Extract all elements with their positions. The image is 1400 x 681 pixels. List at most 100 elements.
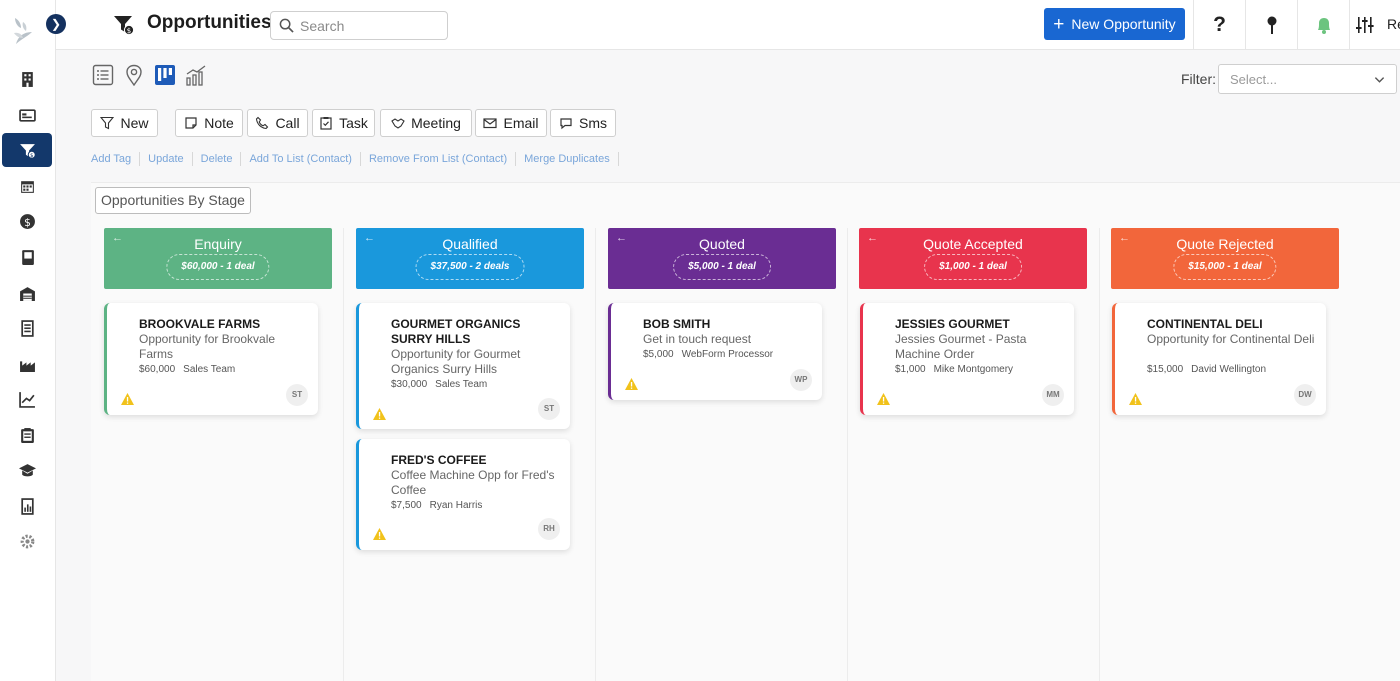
sidebar-item-calendar[interactable] xyxy=(2,169,52,203)
delete-link[interactable]: Delete xyxy=(193,152,242,166)
location-pin-button[interactable] xyxy=(1245,0,1297,50)
sidebar-item-analytics[interactable] xyxy=(2,382,52,416)
deal-amount: $1,000 xyxy=(895,364,926,375)
top-bar: $ Opportunities + New Opportunity ? Re xyxy=(56,0,1400,50)
app-logo-icon[interactable] xyxy=(10,14,36,46)
envelope-icon xyxy=(483,118,498,129)
warning-icon xyxy=(1129,393,1142,405)
task-button[interactable]: Task xyxy=(312,109,375,137)
settings-sliders-button[interactable] xyxy=(1349,0,1379,50)
sliders-icon xyxy=(1355,17,1374,33)
filter-label: Filter: xyxy=(1181,71,1216,87)
call-button[interactable]: Call xyxy=(247,109,308,137)
list-view-button[interactable] xyxy=(91,63,115,87)
sidebar-item-training[interactable] xyxy=(2,453,52,487)
stage-header-quote-rejected[interactable]: ← Quote Rejected $15,000 - 1 deal xyxy=(1111,228,1339,289)
owner-avatar[interactable]: ST xyxy=(538,398,560,420)
add-to-list-link[interactable]: Add To List (Contact) xyxy=(241,152,361,166)
column-divider xyxy=(343,228,344,681)
handshake-icon xyxy=(391,118,405,129)
stage-header-enquiry[interactable]: ← Enquiry $60,000 - 1 deal xyxy=(104,228,332,289)
owner-avatar[interactable]: ST xyxy=(286,384,308,406)
deal-meta: $15,000 David Wellington xyxy=(1147,364,1266,375)
note-button[interactable]: Note xyxy=(175,109,243,137)
sidebar-item-tasks[interactable] xyxy=(2,418,52,452)
user-menu-label[interactable]: Re xyxy=(1387,16,1400,32)
sidebar-item-sales[interactable]: $ xyxy=(2,204,52,238)
chevron-down-icon xyxy=(1374,77,1385,83)
deal-description: Opportunity for Continental Deli xyxy=(1147,332,1315,346)
deal-amount: $7,500 xyxy=(391,500,422,511)
sms-button[interactable]: Sms xyxy=(550,109,616,137)
settings-gear-icon xyxy=(20,534,34,548)
filter-select[interactable]: Select... xyxy=(1218,64,1397,94)
stage-summary: $5,000 - 1 deal xyxy=(673,254,771,280)
map-pin-icon xyxy=(126,64,142,86)
owner-avatar[interactable]: WP xyxy=(790,369,812,391)
contact-card-icon xyxy=(18,108,36,122)
sidebar-item-manufacturing[interactable] xyxy=(2,347,52,381)
deal-card[interactable]: BROOKVALE FARMS Opportunity for Brookval… xyxy=(104,303,318,415)
deal-card[interactable]: BOB SMITH Get in touch request $5,000 Web… xyxy=(608,303,822,400)
stage-header-quote-accepted[interactable]: ← Quote Accepted $1,000 - 1 deal xyxy=(859,228,1087,289)
deal-card[interactable]: CONTINENTAL DELI Opportunity for Contine… xyxy=(1112,303,1326,415)
update-link[interactable]: Update xyxy=(140,152,193,166)
sidebar-item-settings[interactable] xyxy=(2,524,52,558)
board-grouping-button[interactable]: Opportunities By Stage xyxy=(95,187,251,214)
column-divider xyxy=(847,228,848,681)
email-label: Email xyxy=(503,115,539,131)
filter-select-value: Select... xyxy=(1230,72,1277,87)
meeting-button[interactable]: Meeting xyxy=(380,109,472,137)
remove-from-list-link[interactable]: Remove From List (Contact) xyxy=(361,152,517,166)
new-opportunity-button[interactable]: + New Opportunity xyxy=(1044,8,1185,40)
search-input[interactable] xyxy=(300,16,440,36)
kanban-view-button[interactable] xyxy=(153,63,177,87)
deal-amount: $30,000 xyxy=(391,379,428,390)
stage-summary: $37,500 - 2 deals xyxy=(415,254,525,280)
email-button[interactable]: Email xyxy=(475,109,547,137)
deal-card[interactable]: GOURMET ORGANICS SURRY HILLS Opportunity… xyxy=(356,303,570,429)
deal-card[interactable]: JESSIES GOURMET Jessies Gourmet - Pasta … xyxy=(860,303,1074,415)
call-label: Call xyxy=(275,115,300,131)
book-icon xyxy=(21,249,34,265)
owner-avatar[interactable]: RH xyxy=(538,518,560,540)
deal-owner: WebForm Processor xyxy=(681,349,774,360)
stage-summary: $15,000 - 1 deal xyxy=(1173,254,1277,280)
new-action-button[interactable]: New xyxy=(91,109,158,137)
column-divider xyxy=(1099,228,1100,681)
search-box[interactable] xyxy=(270,11,448,40)
sidebar-item-companies[interactable] xyxy=(2,62,52,96)
sidebar-item-contacts[interactable] xyxy=(2,98,52,132)
stage-header-quoted[interactable]: ← Quoted $5,000 - 1 deal xyxy=(608,228,836,289)
stage-header-qualified[interactable]: ← Qualified $37,500 - 2 deals xyxy=(356,228,584,289)
deal-title: GOURMET ORGANICS SURRY HILLS xyxy=(391,317,521,346)
dollar-icon: $ xyxy=(19,213,35,229)
deal-owner: Sales Team xyxy=(435,379,488,390)
deal-amount: $15,000 xyxy=(1147,364,1184,375)
merge-duplicates-link[interactable]: Merge Duplicates xyxy=(516,152,619,166)
warning-icon xyxy=(877,393,890,405)
chart-view-button[interactable] xyxy=(184,63,208,87)
deal-meta: $60,000 Sales Team xyxy=(139,364,235,375)
deal-title: BROOKVALE FARMS xyxy=(139,317,261,331)
deal-owner: Ryan Harris xyxy=(429,500,483,511)
bell-icon xyxy=(1317,18,1330,34)
expand-sidebar-button[interactable]: ❯ xyxy=(46,14,66,34)
sidebar-item-documents[interactable] xyxy=(2,311,52,345)
sidebar-item-catalog[interactable] xyxy=(2,240,52,274)
help-icon: ? xyxy=(1213,13,1226,36)
help-button[interactable]: ? xyxy=(1193,0,1245,50)
sidebar-item-opportunities[interactable]: $ xyxy=(2,133,52,167)
deal-title: FRED'S COFFEE xyxy=(391,453,487,467)
add-tag-link[interactable]: Add Tag xyxy=(91,152,141,166)
sidebar-item-warehouse[interactable] xyxy=(2,276,52,310)
owner-avatar[interactable]: DW xyxy=(1294,384,1316,406)
sidebar-item-reports[interactable] xyxy=(2,489,52,523)
notifications-button[interactable] xyxy=(1297,0,1349,50)
deal-description: Jessies Gourmet - Pasta Machine Order xyxy=(895,332,1027,361)
map-view-button[interactable] xyxy=(122,63,146,87)
deal-card[interactable]: FRED'S COFFEE Coffee Machine Opp for Fre… xyxy=(356,439,570,550)
kanban-board-icon xyxy=(155,65,175,85)
building-icon xyxy=(21,71,33,87)
owner-avatar[interactable]: MM xyxy=(1042,384,1064,406)
